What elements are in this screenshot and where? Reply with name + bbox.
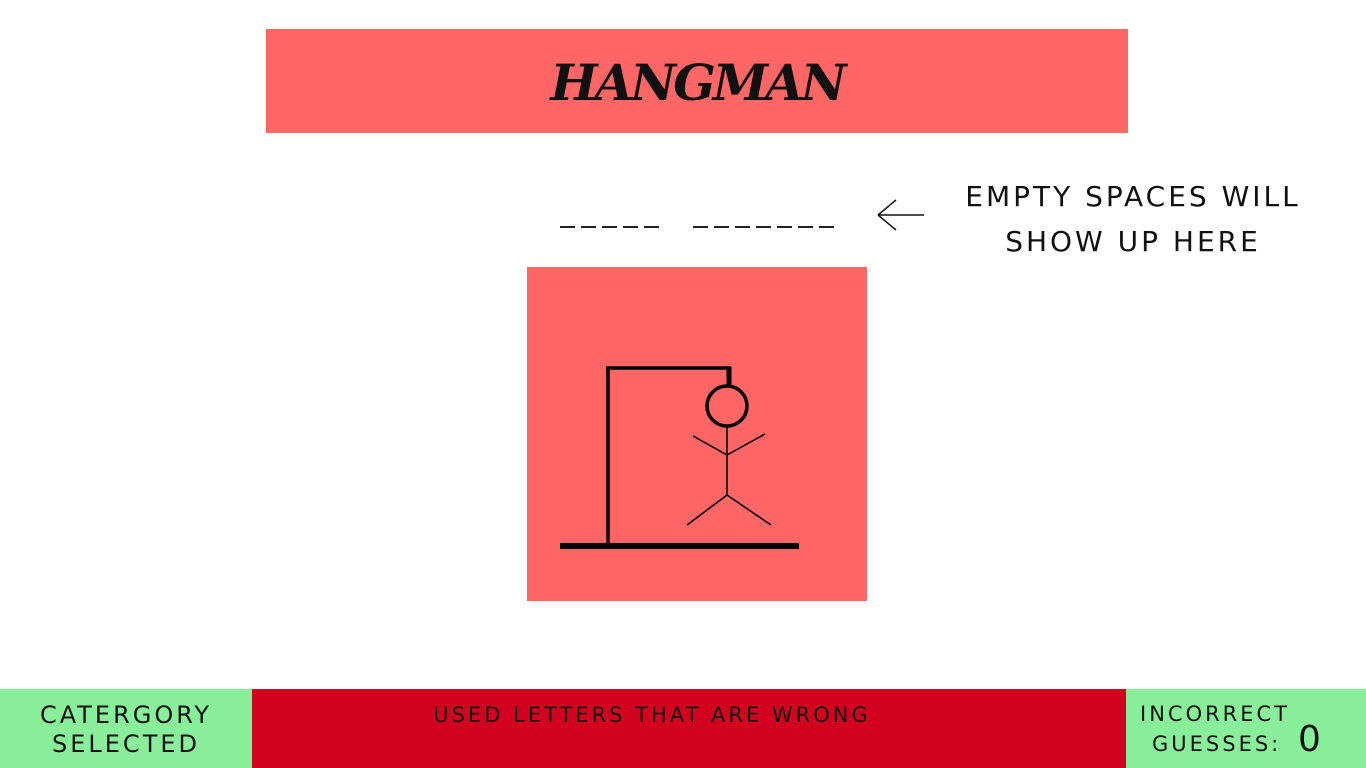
figure-right-arm: [726, 433, 766, 456]
letter-blank: [693, 226, 708, 228]
letter-blank: [735, 226, 750, 228]
incorrect-guesses-panel: INCORRECT GUESSES: 0: [1126, 689, 1366, 768]
used-letters-label: USED LETTERS THAT ARE WRONG: [433, 703, 871, 727]
category-panel: CATERGORY SELECTED: [0, 689, 252, 768]
title-banner: HANGMAN: [266, 29, 1128, 133]
game-title: HANGMAN: [550, 52, 846, 112]
figure-left-leg: [686, 494, 728, 526]
word-1-blanks: [560, 226, 665, 236]
letter-blank: [819, 226, 834, 228]
letter-blank: [714, 226, 729, 228]
bottom-bar: CATERGORY SELECTED USED LETTERS THAT ARE…: [0, 689, 1366, 768]
category-label-line-1: CATERGORY: [39, 701, 213, 729]
used-letters-panel: USED LETTERS THAT ARE WRONG: [252, 689, 1126, 768]
word-blanks: [560, 196, 868, 236]
incorrect-label-line-1: INCORRECT: [1140, 702, 1291, 726]
figure-head: [705, 384, 749, 428]
figure-left-arm: [692, 435, 728, 456]
hangman-drawing-area: [527, 267, 867, 601]
figure-right-leg: [726, 494, 772, 526]
letter-blank: [602, 226, 617, 228]
hint-line-1: EMPTY SPACES WILL: [965, 180, 1301, 213]
letter-blank: [560, 226, 575, 228]
letter-blank: [777, 226, 792, 228]
hint-text: EMPTY SPACES WILL SHOW UP HERE: [938, 174, 1328, 264]
incorrect-guess-count: 0: [1298, 719, 1321, 760]
word-2-blanks: [693, 226, 840, 236]
category-label-line-2: SELECTED: [52, 730, 200, 758]
hangman-figure: [560, 366, 799, 549]
incorrect-label-line-2: GUESSES:: [1152, 732, 1282, 756]
letter-blank: [581, 226, 596, 228]
letter-blank: [756, 226, 771, 228]
letter-blank: [798, 226, 813, 228]
arrow-left-icon: [877, 199, 924, 231]
letter-blank: [644, 226, 659, 228]
hint-line-2: SHOW UP HERE: [1005, 225, 1261, 258]
letter-blank: [623, 226, 638, 228]
